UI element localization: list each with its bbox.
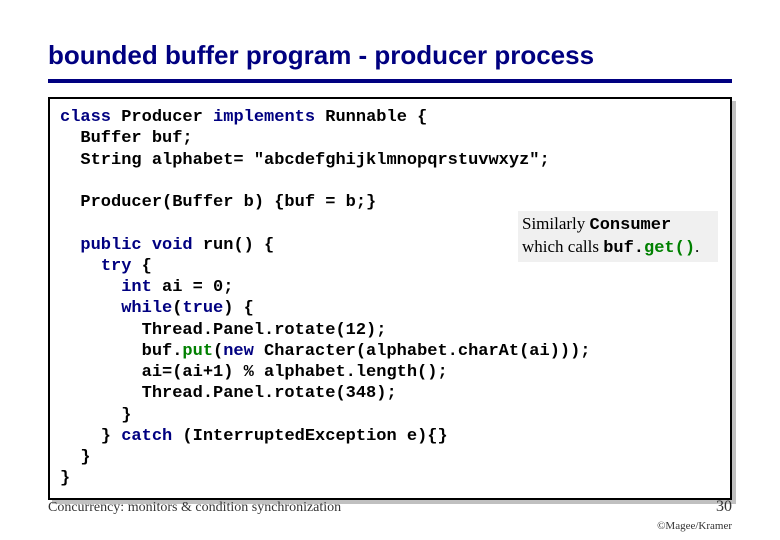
code-text [60, 236, 80, 255]
code-line: } [60, 469, 70, 488]
code-line: Producer(Buffer b) {buf = b;} [60, 193, 376, 212]
code-line: } [60, 406, 131, 425]
kw-try: try [101, 257, 132, 276]
kw-void: void [152, 236, 193, 255]
code-text: run() { [193, 236, 275, 255]
code-text: buf. [60, 342, 182, 361]
title-underline [48, 79, 732, 83]
note-mono-call: get() [644, 239, 695, 258]
code-text: ) { [223, 299, 254, 318]
slide-title: bounded buffer program - producer proces… [48, 40, 732, 71]
call-put: put [182, 342, 213, 361]
kw-int: int [121, 278, 152, 297]
code-line: String alphabet= "abcdefghijklmnopqrstuv… [60, 151, 550, 170]
code-line: ai=(ai+1) % alphabet.length(); [60, 363, 448, 382]
code-text: Runnable { [315, 108, 427, 127]
code-text: Producer [111, 108, 213, 127]
page-number: 30 [716, 498, 732, 516]
footer-left: Concurrency: monitors & condition synchr… [48, 500, 341, 516]
note-text: . [695, 237, 699, 256]
code-line: Thread.Panel.rotate(348); [60, 384, 397, 403]
code-text: ai = 0; [152, 278, 234, 297]
kw-new: new [223, 342, 254, 361]
code-line: Buffer buf; [60, 129, 193, 148]
note-mono: buf. [603, 239, 644, 258]
code-text [60, 257, 101, 276]
code-line: Thread.Panel.rotate(12); [60, 321, 386, 340]
code-box: class Producer implements Runnable { Buf… [48, 97, 732, 500]
note-text: Similarly [522, 214, 590, 233]
kw-class: class [60, 108, 111, 127]
code-text [142, 236, 152, 255]
code-line: } [60, 448, 91, 467]
code-text [60, 299, 121, 318]
code-text: ( [172, 299, 182, 318]
note-mono: Consumer [590, 216, 672, 235]
code-text [60, 278, 121, 297]
code-text: (InterruptedException e){} [172, 427, 447, 446]
kw-while: while [121, 299, 172, 318]
footer: Concurrency: monitors & condition synchr… [48, 498, 732, 516]
code-text: Character(alphabet.charAt(ai))); [254, 342, 591, 361]
code-text: { [131, 257, 151, 276]
kw-true: true [182, 299, 223, 318]
kw-public: public [80, 236, 141, 255]
note-text: which calls [522, 237, 603, 256]
kw-catch: catch [121, 427, 172, 446]
kw-implements: implements [213, 108, 315, 127]
code-text: ( [213, 342, 223, 361]
copyright: ©Magee/Kramer [657, 520, 732, 532]
code-text: } [60, 427, 121, 446]
side-note: Similarly Consumer which calls buf.get()… [518, 211, 718, 262]
